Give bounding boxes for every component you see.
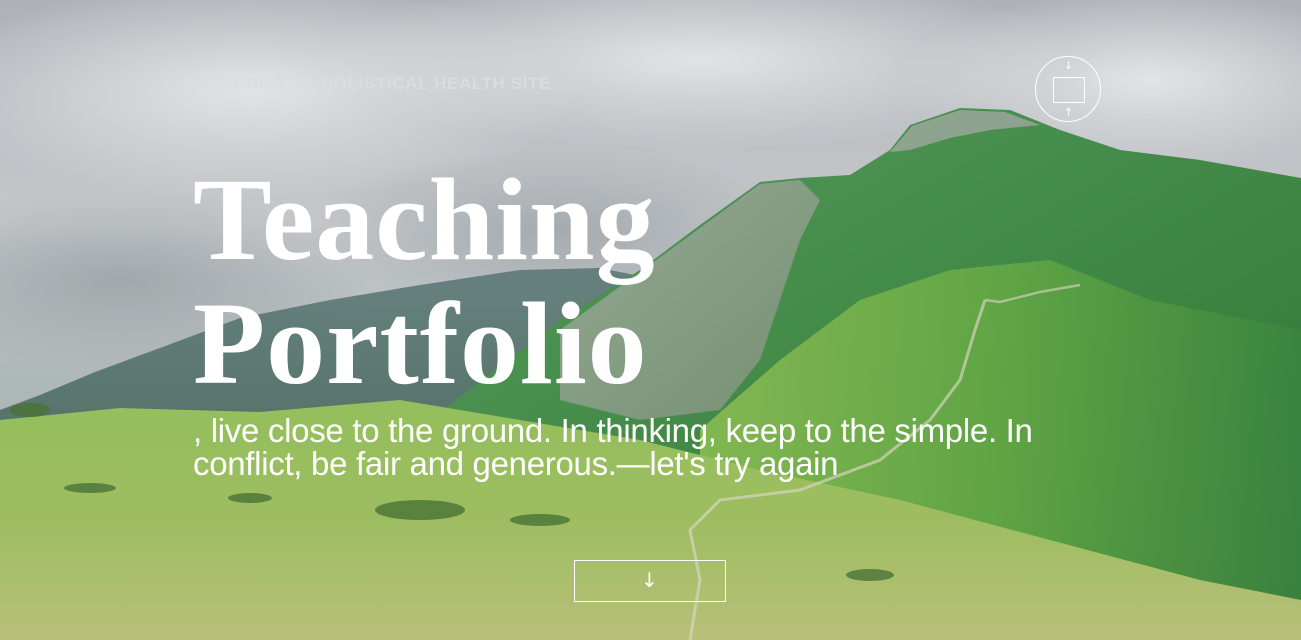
title-line-2: Portfolio [193,278,648,409]
hero-section: WELCOME TO HOLISTICAL HEALTH SITE ↓ ↑ Te… [0,0,1301,640]
expand-box-icon [1053,77,1085,103]
welcome-text: WELCOME TO HOLISTICAL HEALTH SITE [193,74,551,93]
scroll-down-button[interactable]: ↓ [574,560,726,602]
menu-toggle-button[interactable]: ↓ ↑ [1035,56,1101,122]
arrow-down-icon: ↓ [1064,59,1074,72]
title-line-1: Teaching [193,154,656,285]
arrow-up-icon: ↑ [1064,106,1074,119]
page-title: Teaching Portfolio [193,158,656,406]
arrow-down-icon: ↓ [641,568,658,592]
hero-tagline: , live close to the ground. In thinking,… [193,412,1033,482]
